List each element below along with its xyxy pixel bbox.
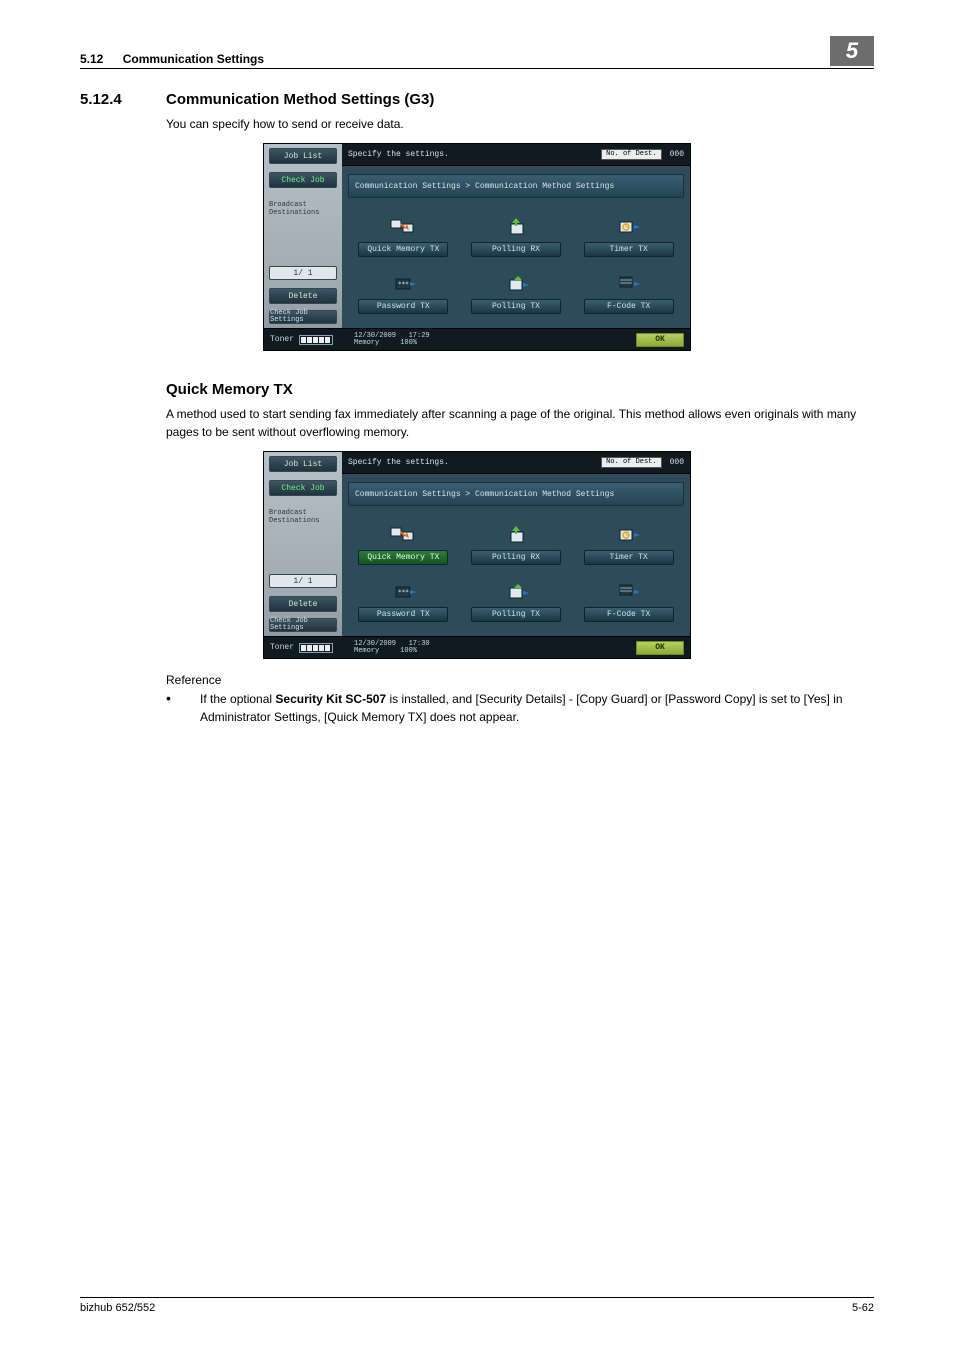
option-button[interactable]: Polling TX: [471, 607, 561, 622]
bullet-dot: •: [166, 691, 200, 726]
section-intro: You can specify how to send or receive d…: [166, 116, 874, 133]
option-icon: [616, 216, 642, 238]
option-icon: [616, 524, 642, 546]
broadcast-destinations-label: Broadcast Destinations: [269, 202, 337, 217]
device-screenshot: Job List Check Job Broadcast Destination…: [263, 451, 691, 659]
job-list-button[interactable]: Job List: [269, 456, 337, 472]
delete-button[interactable]: Delete: [269, 596, 337, 612]
section-heading: 5.12.4 Communication Method Settings (G3…: [80, 91, 874, 108]
sidebar: Job List Check Job Broadcast Destination…: [264, 144, 342, 328]
dest-count-box: No. of Dest.: [601, 149, 661, 160]
broadcast-destinations-label: Broadcast Destinations: [269, 510, 337, 525]
option-icon: [503, 216, 529, 238]
main-header: Specify the settings. No. of Dest. 000: [342, 452, 690, 474]
check-job-button[interactable]: Check Job: [269, 480, 337, 496]
page-footer: bizhub 652/552 5-62: [80, 1297, 874, 1314]
status-bar: Toner 12/30/2009 17:29 Memory 100% OK: [264, 328, 690, 350]
header-left: 5.12 Communication Settings: [80, 52, 264, 66]
toner-gauge-icon: [299, 335, 333, 345]
subsection-title: Quick Memory TX: [166, 381, 874, 398]
main-panel: Specify the settings. No. of Dest. 000 C…: [342, 144, 690, 328]
reference-bullet: • If the optional Security Kit SC-507 is…: [166, 691, 874, 726]
toner-label: Toner: [270, 643, 294, 652]
footer-page: 5-62: [852, 1302, 874, 1314]
option-button[interactable]: Timer TX: [584, 242, 674, 257]
option-button[interactable]: Polling RX: [471, 550, 561, 565]
device-screenshot: Job List Check Job Broadcast Destination…: [263, 143, 691, 351]
option-icon: [616, 273, 642, 295]
option-button[interactable]: F-Code TX: [584, 607, 674, 622]
option-icon: [503, 273, 529, 295]
option-icon: ***: [390, 273, 416, 295]
subsection-body: A method used to start sending fax immed…: [166, 406, 874, 441]
section-number: 5.12.4: [80, 91, 166, 108]
option-icon: [503, 524, 529, 546]
header-section-title: Communication Settings: [123, 52, 264, 66]
option-polling rx: Polling RX: [469, 524, 564, 565]
section-title-text: Communication Method Settings (G3): [166, 91, 434, 108]
dest-count: 000: [670, 150, 684, 159]
option-timer tx: Timer TX: [581, 216, 676, 257]
breadcrumb: Communication Settings > Communication M…: [348, 174, 684, 198]
option-button[interactable]: Quick Memory TX: [358, 242, 448, 257]
option-icon: ***: [390, 581, 416, 603]
check-job-settings-button[interactable]: Check Job Settings: [269, 310, 337, 324]
option-f-code tx: F-Code TX: [581, 273, 676, 314]
screenshot-2-wrap: Job List Check Job Broadcast Destination…: [80, 451, 874, 659]
option-quick memory tx: Quick Memory TX: [356, 216, 451, 257]
ok-button[interactable]: OK: [636, 333, 684, 347]
datetime-block: 12/30/2009 17:29 Memory 100%: [354, 333, 430, 347]
option-button[interactable]: Timer TX: [584, 550, 674, 565]
reference-text: If the optional Security Kit SC-507 is i…: [200, 691, 874, 726]
option-polling tx: Polling TX: [469, 273, 564, 314]
options-grid: Quick Memory TX Polling RX Timer TX *** …: [342, 506, 690, 636]
option-timer tx: Timer TX: [581, 524, 676, 565]
page-indicator: 1/ 1: [269, 574, 337, 588]
option-icon: [503, 581, 529, 603]
sidebar: Job List Check Job Broadcast Destination…: [264, 452, 342, 636]
dest-count: 000: [670, 458, 684, 467]
option-password tx: *** Password TX: [356, 581, 451, 622]
instruction-text: Specify the settings.: [348, 150, 449, 159]
option-password tx: *** Password TX: [356, 273, 451, 314]
option-button[interactable]: F-Code TX: [584, 299, 674, 314]
datetime-block: 12/30/2009 17:30 Memory 100%: [354, 641, 430, 655]
option-quick memory tx: Quick Memory TX: [356, 524, 451, 565]
option-button[interactable]: Polling RX: [471, 242, 561, 257]
chapter-number-box: 5: [830, 36, 874, 66]
main-header: Specify the settings. No. of Dest. 000: [342, 144, 690, 166]
option-f-code tx: F-Code TX: [581, 581, 676, 622]
check-job-button[interactable]: Check Job: [269, 172, 337, 188]
breadcrumb: Communication Settings > Communication M…: [348, 482, 684, 506]
main-panel: Specify the settings. No. of Dest. 000 C…: [342, 452, 690, 636]
page-indicator: 1/ 1: [269, 266, 337, 280]
toner-gauge-icon: [299, 643, 333, 653]
option-button[interactable]: Password TX: [358, 607, 448, 622]
running-header: 5.12 Communication Settings 5: [80, 36, 874, 69]
option-icon: [390, 216, 416, 238]
footer-model: bizhub 652/552: [80, 1302, 155, 1314]
option-polling rx: Polling RX: [469, 216, 564, 257]
option-button[interactable]: Polling TX: [471, 299, 561, 314]
option-button[interactable]: Password TX: [358, 299, 448, 314]
status-bar: Toner 12/30/2009 17:30 Memory 100% OK: [264, 636, 690, 658]
option-icon: [390, 524, 416, 546]
svg-text:***: ***: [398, 589, 409, 596]
options-grid: Quick Memory TX Polling RX Timer TX *** …: [342, 198, 690, 328]
header-section-number: 5.12: [80, 52, 103, 66]
reference-label: Reference: [166, 673, 874, 687]
svg-text:***: ***: [398, 281, 409, 288]
option-icon: [616, 581, 642, 603]
option-polling tx: Polling TX: [469, 581, 564, 622]
ok-button[interactable]: OK: [636, 641, 684, 655]
option-button[interactable]: Quick Memory TX: [358, 550, 448, 565]
dest-count-box: No. of Dest.: [601, 457, 661, 468]
check-job-settings-button[interactable]: Check Job Settings: [269, 618, 337, 632]
job-list-button[interactable]: Job List: [269, 148, 337, 164]
delete-button[interactable]: Delete: [269, 288, 337, 304]
screenshot-1-wrap: Job List Check Job Broadcast Destination…: [80, 143, 874, 351]
instruction-text: Specify the settings.: [348, 458, 449, 467]
toner-label: Toner: [270, 335, 294, 344]
